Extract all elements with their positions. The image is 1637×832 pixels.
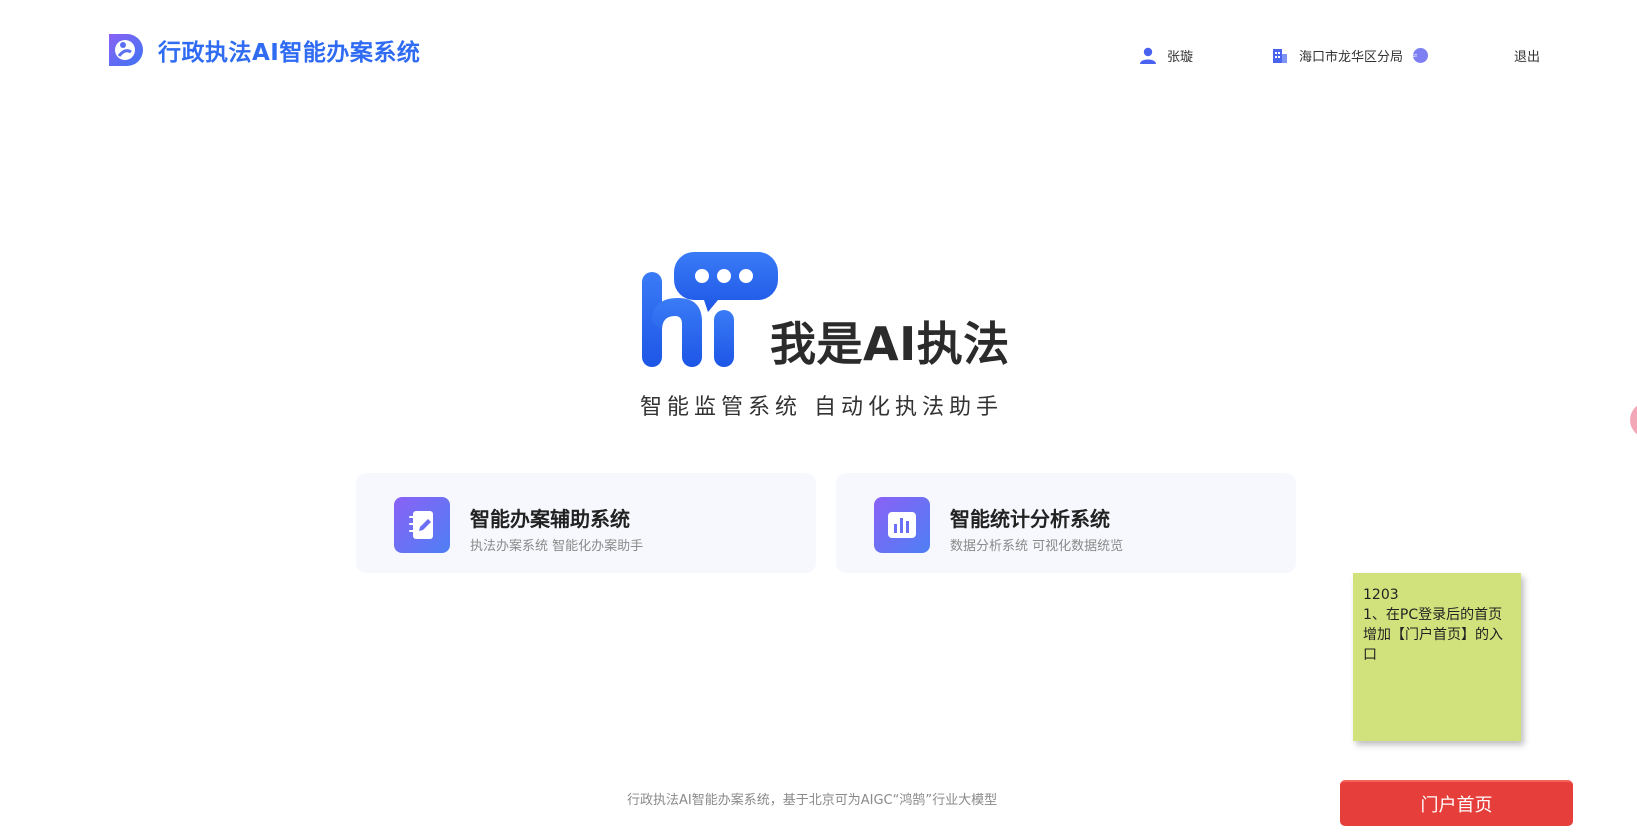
user-info[interactable]: 张璇: [1140, 46, 1193, 65]
sticky-note[interactable]: 1203 1、在PC登录后的首页增加【门户首页】的入口: [1353, 573, 1521, 741]
switch-org-icon[interactable]: [1413, 48, 1429, 63]
card-case-assistant[interactable]: 智能办案辅助系统 执法办案系统 智能化办案助手: [356, 473, 816, 573]
card-title: 智能统计分析系统: [950, 507, 1110, 531]
hi-logo-icon: [642, 252, 778, 367]
user-name: 张璇: [1167, 50, 1194, 65]
app-logo-icon: [109, 34, 143, 66]
card-desc: 数据分析系统 可视化数据统览: [950, 539, 1124, 554]
app-brand[interactable]: 行政执法AI智能办案系统: [105, 30, 420, 70]
card-title: 智能办案辅助系统: [470, 507, 630, 531]
org-name: 海口市龙华区分局: [1299, 50, 1404, 65]
footer-text: 行政执法AI智能办案系统，基于北京可为AIGC“鸿鹄”行业大模型: [627, 793, 998, 808]
sticky-note-id: 1203: [1363, 587, 1399, 603]
floating-assistant-icon[interactable]: [1630, 402, 1637, 438]
user-icon: [1140, 47, 1156, 64]
bar-chart-icon: [874, 497, 930, 553]
card-desc: 执法办案系统 智能化办案助手: [470, 539, 644, 554]
notebook-pen-icon: [394, 497, 450, 553]
hero-title: 我是AI执法: [770, 317, 1010, 371]
org-selector[interactable]: 海口市龙华区分局: [1272, 46, 1429, 65]
sticky-note-text: 1、在PC登录后的首页增加【门户首页】的入口: [1363, 607, 1503, 663]
logout-button[interactable]: 退出: [1514, 46, 1540, 65]
card-statistics[interactable]: 智能统计分析系统 数据分析系统 可视化数据统览: [836, 473, 1296, 573]
app-title: 行政执法AI智能办案系统: [158, 40, 421, 66]
hero-subtitle: 智能监管系统 自动化执法助手: [640, 395, 1003, 420]
building-icon: [1273, 48, 1287, 63]
portal-home-button[interactable]: 门户首页: [1340, 780, 1573, 826]
